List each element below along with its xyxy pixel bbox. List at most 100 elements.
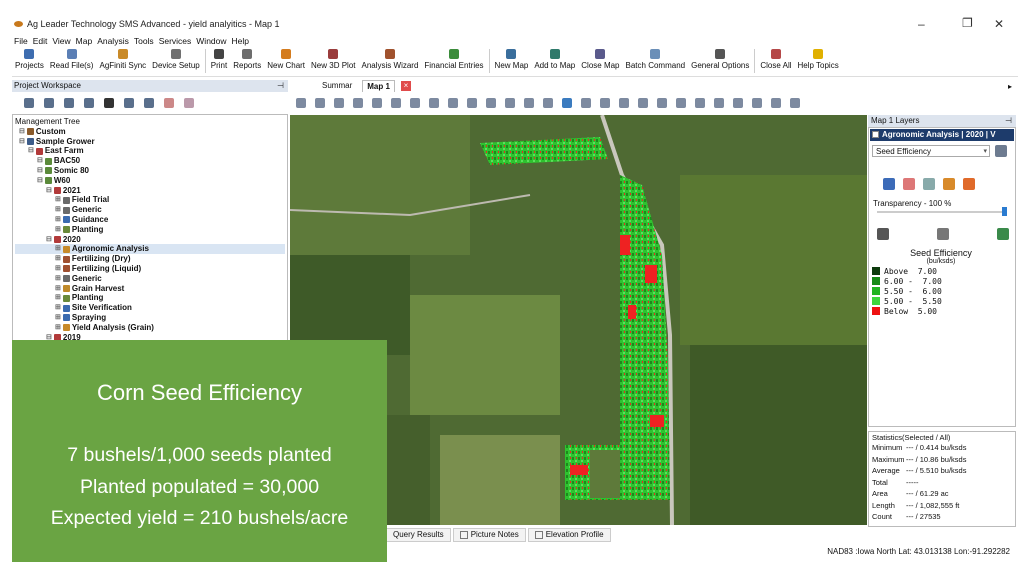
- map-tool-icon[interactable]: [505, 98, 515, 108]
- map-tool-icon[interactable]: [315, 98, 325, 108]
- close-all-button[interactable]: Close All: [757, 49, 794, 70]
- expand-toggle-icon[interactable]: ⊞: [55, 313, 61, 323]
- layer-list-icon[interactable]: [937, 228, 949, 240]
- pin-icon[interactable]: ⊣: [277, 80, 284, 92]
- layer-properties-icon[interactable]: [995, 145, 1007, 157]
- expand-toggle-icon[interactable]: ⊟: [37, 176, 43, 186]
- tree-node[interactable]: ⊟ 2020: [15, 235, 285, 245]
- map-tool-icon[interactable]: [714, 98, 724, 108]
- menu-item-map[interactable]: Map: [76, 36, 93, 48]
- tree-node[interactable]: ⊞ Planting: [15, 293, 285, 303]
- filter-icon[interactable]: [104, 98, 114, 108]
- tree-node[interactable]: ⊞ Grain Harvest: [15, 284, 285, 294]
- menu-item-file[interactable]: File: [14, 36, 28, 48]
- expand-toggle-icon[interactable]: ⊞: [55, 205, 61, 215]
- new-3d-plot-button[interactable]: New 3D Plot: [308, 49, 358, 70]
- tree-node[interactable]: ⊞ Fertilizing (Dry): [15, 254, 285, 264]
- tab-scroll-icon[interactable]: ▸: [1008, 82, 1012, 91]
- theme-icon[interactable]: [963, 178, 975, 190]
- expand-toggle-icon[interactable]: ⊞: [55, 225, 61, 235]
- map-tool-icon[interactable]: [600, 98, 610, 108]
- map-tool-icon[interactable]: [733, 98, 743, 108]
- maximize-icon[interactable]: ❐: [962, 16, 973, 30]
- tree-node[interactable]: ⊞ Planting: [15, 225, 285, 235]
- close-icon[interactable]: ✕: [994, 17, 1004, 31]
- label-icon[interactable]: [943, 178, 955, 190]
- expand-toggle-icon[interactable]: ⊟: [46, 186, 52, 196]
- tree-node[interactable]: ⊞ Yield Analysis (Grain): [15, 323, 285, 333]
- reports-button[interactable]: Reports: [230, 49, 264, 70]
- analysis-wizard-button[interactable]: Analysis Wizard: [359, 49, 422, 70]
- tab-query-results[interactable]: Query Results: [386, 528, 451, 542]
- tree-node[interactable]: ⊞ Generic: [15, 274, 285, 284]
- map-tool-icon[interactable]: [372, 98, 382, 108]
- close-map-button[interactable]: Close Map: [578, 49, 622, 70]
- layer-title[interactable]: Agronomic Analysis | 2020 | V: [870, 129, 1014, 141]
- menu-item-window[interactable]: Window: [196, 36, 226, 48]
- minimize-icon[interactable]: –: [918, 17, 925, 31]
- menu-item-help[interactable]: Help: [232, 36, 249, 48]
- general-options-button[interactable]: General Options: [688, 49, 752, 70]
- map-tool-icon[interactable]: [657, 98, 667, 108]
- expand-toggle-icon[interactable]: ⊞: [55, 244, 61, 254]
- map-tool-icon[interactable]: [296, 98, 306, 108]
- expand-toggle-icon[interactable]: ⊞: [55, 195, 61, 205]
- map-tool-icon[interactable]: [752, 98, 762, 108]
- layer-camera-icon[interactable]: [877, 228, 889, 240]
- read-file-s-button[interactable]: Read File(s): [47, 49, 97, 70]
- clear-filter-icon[interactable]: [124, 98, 134, 108]
- expand-toggle-icon[interactable]: ⊞: [55, 264, 61, 274]
- layout-icon[interactable]: [84, 98, 94, 108]
- expand-icon[interactable]: [24, 98, 34, 108]
- batch-command-button[interactable]: Batch Command: [623, 49, 689, 70]
- map-tool-icon[interactable]: [486, 98, 496, 108]
- new-chart-button[interactable]: New Chart: [264, 49, 308, 70]
- tree-node[interactable]: ⊞ Field Trial: [15, 195, 285, 205]
- pin-icon[interactable]: ⊣: [1005, 115, 1012, 127]
- expand-toggle-icon[interactable]: ⊟: [37, 156, 43, 166]
- expand-toggle-icon[interactable]: ⊟: [28, 146, 34, 156]
- new-map-button[interactable]: New Map: [492, 49, 532, 70]
- tab-close-icon[interactable]: ×: [400, 81, 411, 91]
- tree-node[interactable]: ⊟ East Farm: [15, 146, 285, 156]
- layer-refresh-icon[interactable]: [997, 228, 1009, 240]
- slider-knob[interactable]: [1002, 207, 1007, 216]
- map-tool-icon[interactable]: [581, 98, 591, 108]
- expand-toggle-icon[interactable]: ⊞: [55, 274, 61, 284]
- tree-node[interactable]: ⊟ W60: [15, 176, 285, 186]
- map-tool-icon[interactable]: [524, 98, 534, 108]
- financial-entries-button[interactable]: Financial Entries: [421, 49, 486, 70]
- map-tool-icon[interactable]: [410, 98, 420, 108]
- tree-node[interactable]: ⊞ Spraying: [15, 313, 285, 323]
- tree-node[interactable]: ⊞ Agronomic Analysis: [15, 244, 285, 255]
- map-tool-icon[interactable]: [353, 98, 363, 108]
- tree-node[interactable]: ⊟ Somic 80: [15, 166, 285, 176]
- tree-node[interactable]: ⊞ Guidance: [15, 215, 285, 225]
- menu-item-services[interactable]: Services: [159, 36, 192, 48]
- map-tool-icon[interactable]: [448, 98, 458, 108]
- map-tool-icon[interactable]: [676, 98, 686, 108]
- expand-toggle-icon[interactable]: ⊞: [55, 323, 61, 333]
- table-icon[interactable]: [144, 98, 154, 108]
- map-tool-icon[interactable]: [334, 98, 344, 108]
- tab-picture-notes[interactable]: Picture Notes: [452, 528, 526, 542]
- legend-edit-icon[interactable]: [903, 178, 915, 190]
- map-tool-icon[interactable]: [638, 98, 648, 108]
- transparency-slider[interactable]: [877, 207, 1007, 216]
- menu-item-analysis[interactable]: Analysis: [97, 36, 129, 48]
- expand-toggle-icon[interactable]: ⊞: [55, 215, 61, 225]
- expand-toggle-icon[interactable]: ⊟: [37, 166, 43, 176]
- menu-item-edit[interactable]: Edit: [33, 36, 48, 48]
- expand-toggle-icon[interactable]: ⊞: [55, 254, 61, 264]
- tree-node[interactable]: ⊞ Site Verification: [15, 303, 285, 313]
- color-ramp-icon[interactable]: [923, 178, 935, 190]
- tab-summary[interactable]: Summar: [318, 80, 356, 92]
- projects-button[interactable]: Projects: [12, 49, 47, 70]
- map-tool-icon[interactable]: [695, 98, 705, 108]
- expand-toggle-icon[interactable]: ⊟: [19, 137, 25, 147]
- expand-toggle-icon[interactable]: ⊞: [55, 293, 61, 303]
- help-topics-button[interactable]: Help Topics: [795, 49, 842, 70]
- menu-item-view[interactable]: View: [52, 36, 70, 48]
- add-to-map-button[interactable]: Add to Map: [531, 49, 578, 70]
- tree-node[interactable]: ⊞ Generic: [15, 205, 285, 215]
